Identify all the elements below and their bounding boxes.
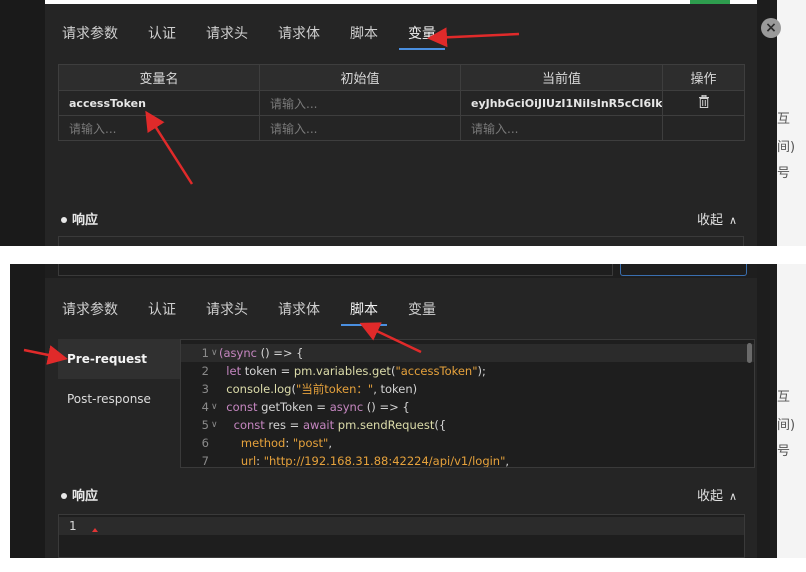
current-value-cell[interactable]: eyJhbGciOiJIUzI1NiIsInR5cCI6IkpXVC: [460, 90, 663, 116]
tab-script[interactable]: 脚本: [341, 296, 387, 326]
background-fragment: 间): [777, 418, 796, 433]
current-value-input[interactable]: 请输入...: [460, 115, 663, 141]
code-line: 3 console.log("当前token：", token): [181, 380, 754, 398]
side-item-pre-request[interactable]: Pre-request: [58, 339, 180, 379]
request-tabs: 请求参数 认证 请求头 请求体 脚本 变量: [53, 20, 457, 50]
tab-auth[interactable]: 认证: [139, 296, 185, 326]
variable-name-input[interactable]: 请输入...: [58, 115, 260, 141]
side-item-post-response[interactable]: Post-response: [58, 379, 180, 419]
request-tabs: 请求参数 认证 请求头 请求体 脚本 变量: [53, 296, 457, 326]
bullet-icon: [61, 216, 67, 223]
line-number: 2: [201, 364, 209, 378]
initial-value-input[interactable]: 请输入...: [259, 90, 461, 116]
code-line: 5 ∨ const res = await pm.sendRequest({: [181, 416, 754, 434]
script-screenshot: 互 间) 号 请求参数 认证 请求头 请求体 脚本 变量 Pre-request…: [10, 264, 806, 558]
bullet-icon: [61, 492, 67, 499]
code-text: method: "post",: [219, 436, 332, 450]
tab-auth[interactable]: 认证: [139, 20, 185, 50]
code-text: const res = await pm.sendRequest({: [219, 418, 447, 432]
fold-chevron-icon[interactable]: ∨: [211, 398, 218, 416]
code-text: url: "http://192.168.31.88:42224/api/v1/…: [219, 454, 510, 468]
row-actions: [662, 115, 745, 141]
code-text: (async () => {: [219, 346, 304, 360]
line-number: 5: [201, 418, 209, 432]
code-line: 7 url: "http://192.168.31.88:42224/api/v…: [181, 452, 754, 468]
tab-variables[interactable]: 变量: [399, 20, 445, 50]
line-number: 1: [201, 346, 209, 360]
chevron-up-icon: ∧: [729, 490, 738, 503]
column-header-current: 当前值: [460, 64, 663, 91]
code-line: 4 ∨ const getToken = async () => {: [181, 398, 754, 416]
column-header-initial: 初始值: [259, 64, 461, 91]
response-section-title: 响应: [61, 485, 98, 504]
background-left: [10, 264, 45, 558]
response-editor-edge: [58, 236, 744, 246]
background-left: [0, 0, 45, 246]
request-panel: 请求参数 认证 请求头 请求体 脚本 变量 Pre-request Post-r…: [45, 264, 757, 558]
table-row: 请输入... 请输入... 请输入...: [58, 115, 745, 141]
script-side-menu: Pre-request Post-response: [58, 339, 180, 419]
background-fragment: 互: [777, 390, 791, 405]
request-panel: 请求参数 认证 请求头 请求体 脚本 变量 × 变量名 初始值 当前值 操作 a…: [45, 4, 781, 246]
column-header-actions: 操作: [662, 64, 745, 91]
response-line-number: 1: [69, 519, 77, 533]
response-label: 响应: [72, 213, 99, 228]
line-number: 4: [201, 400, 209, 414]
variables-table: 变量名 初始值 当前值 操作 accessToken 请输入... eyJhbG…: [58, 64, 745, 141]
background-fragment: 号: [777, 444, 791, 459]
response-current-line: [59, 517, 744, 535]
line-number: 7: [201, 454, 209, 468]
tab-variables[interactable]: 变量: [399, 296, 445, 326]
code-line: 6 method: "post",: [181, 434, 754, 452]
line-number: 3: [201, 382, 209, 396]
table-row: accessToken 请输入... eyJhbGciOiJIUzI1NiIsI…: [58, 90, 745, 116]
initial-value-input[interactable]: 请输入...: [259, 115, 461, 141]
collapse-label: 收起: [697, 489, 724, 504]
tab-headers[interactable]: 请求头: [197, 20, 257, 50]
table-header-row: 变量名 初始值 当前值 操作: [58, 64, 745, 91]
tab-script[interactable]: 脚本: [341, 20, 387, 50]
row-actions: [662, 90, 745, 116]
background-fragment: 互: [777, 112, 791, 127]
tab-headers[interactable]: 请求头: [197, 296, 257, 326]
editor-scrollbar[interactable]: [747, 343, 752, 363]
response-editor[interactable]: 1: [58, 514, 745, 558]
collapse-toggle[interactable]: 收起 ∧: [697, 209, 737, 228]
code-text: console.log("当前token：", token): [219, 382, 418, 396]
tab-params[interactable]: 请求参数: [53, 296, 127, 326]
line-number: 6: [201, 436, 209, 450]
trash-icon[interactable]: [698, 94, 710, 108]
variable-name-cell[interactable]: accessToken: [58, 90, 260, 116]
send-button-edge: [620, 264, 747, 276]
collapse-toggle[interactable]: 收起 ∧: [697, 485, 737, 504]
tab-body[interactable]: 请求体: [269, 296, 329, 326]
background-far-right: 互 间) 号: [777, 0, 806, 246]
close-icon[interactable]: ×: [761, 18, 781, 38]
fold-chevron-icon[interactable]: ∨: [211, 344, 218, 362]
fold-chevron-icon[interactable]: ∨: [211, 416, 218, 434]
tab-body[interactable]: 请求体: [269, 20, 329, 50]
collapse-label: 收起: [697, 213, 724, 228]
variables-screenshot: 互 间) 号 请求参数 认证 请求头 请求体 脚本 变量 × 变量名 初始值 当…: [0, 0, 806, 246]
script-editor[interactable]: 1 ∨ (async () => {2 let token = pm.variabl…: [180, 339, 755, 468]
tab-params[interactable]: 请求参数: [53, 20, 127, 50]
response-section-title: 响应: [61, 209, 98, 228]
code-text: const getToken = async () => {: [219, 400, 410, 414]
column-header-name: 变量名: [58, 64, 260, 91]
background-fragment: 号: [777, 166, 791, 181]
response-label: 响应: [72, 489, 99, 504]
background-right: [757, 264, 777, 558]
url-bar-edge: [45, 264, 757, 278]
background-fragment: 间): [777, 140, 796, 155]
code-text: let token = pm.variables.get("accessToke…: [219, 364, 486, 378]
chevron-up-icon: ∧: [729, 214, 738, 227]
background-far-right: 互 间) 号: [777, 264, 806, 558]
code-line: 2 let token = pm.variables.get("accessTo…: [181, 362, 754, 380]
caret-marker-icon: [92, 528, 98, 532]
composite-screenshot: 互 间) 号 请求参数 认证 请求头 请求体 脚本 变量 × 变量名 初始值 当…: [0, 0, 806, 572]
code-line: 1 ∨ (async () => {: [181, 344, 754, 362]
url-input-edge: [58, 264, 613, 276]
